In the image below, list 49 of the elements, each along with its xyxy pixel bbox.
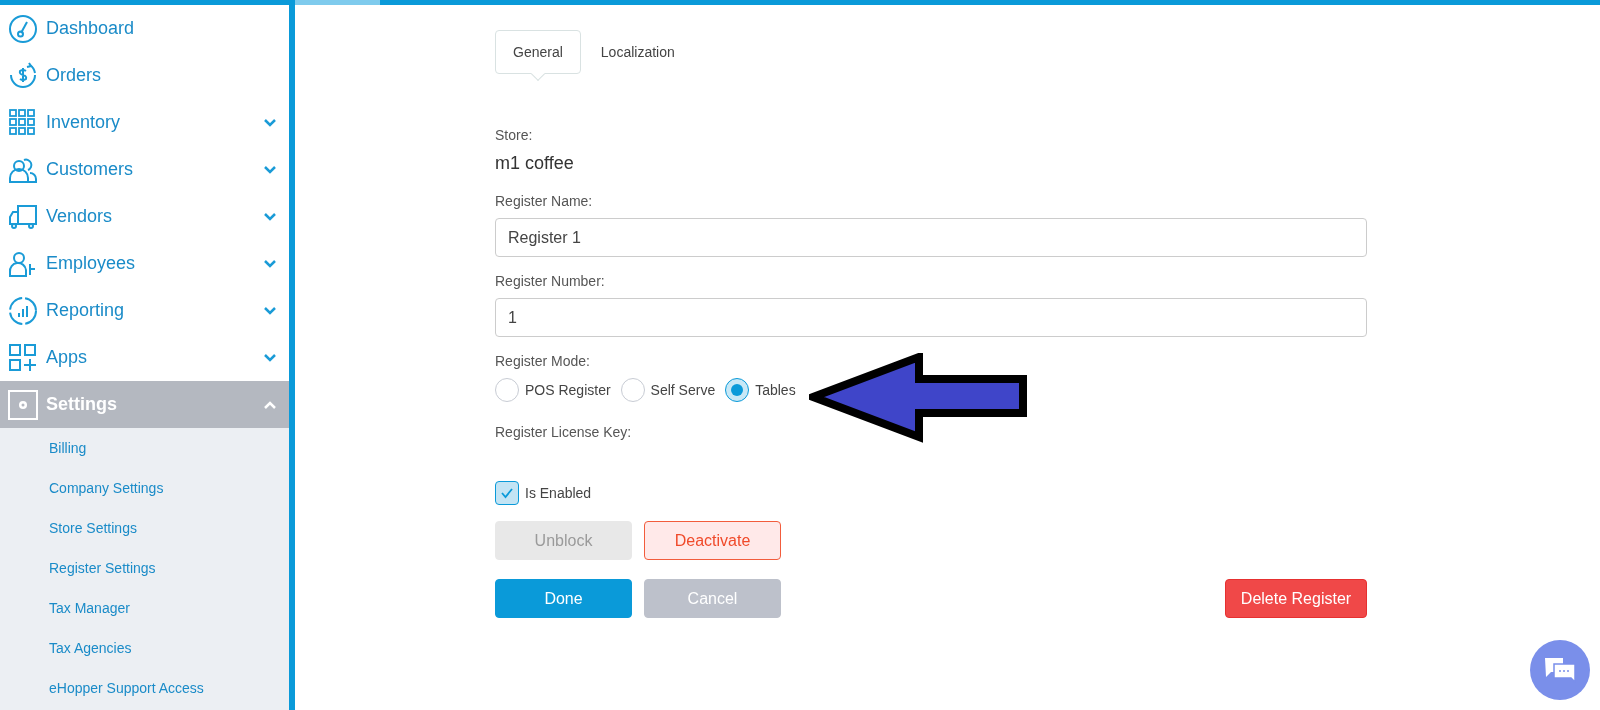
sidebar-item[interactable]: Customers xyxy=(0,146,289,193)
field-label: Register License Key: xyxy=(495,423,633,442)
sidebar-item[interactable]: Reporting xyxy=(0,287,289,334)
checkbox-option[interactable]: Is Enabled xyxy=(495,481,1367,505)
chart-icon xyxy=(8,295,38,326)
settings-icon xyxy=(8,389,38,420)
radio-option[interactable]: POS Register xyxy=(495,378,611,402)
sidebar-item[interactable]: Employees xyxy=(0,240,289,287)
field-label: Register Name: xyxy=(495,192,594,211)
field-label: Register Mode: xyxy=(495,352,591,371)
action-button[interactable]: Done xyxy=(495,579,632,618)
input-field[interactable]: 1 xyxy=(495,298,1367,337)
delete-button[interactable]: Delete Register xyxy=(1225,579,1367,618)
store-name: m1 coffee xyxy=(495,152,575,175)
checkmark-icon xyxy=(500,487,514,499)
action-button[interactable]: Unblock xyxy=(495,521,632,560)
action-button[interactable]: Deactivate xyxy=(644,521,781,560)
submenu-item[interactable]: Company Settings xyxy=(0,468,289,508)
field-label: Register Number: xyxy=(495,272,606,291)
chevron-icon xyxy=(263,117,277,128)
tab[interactable]: Localization xyxy=(582,30,693,74)
dollar-cycle-icon xyxy=(8,60,38,91)
sidebar-item[interactable]: Apps xyxy=(0,334,289,381)
apps-icon xyxy=(8,342,38,373)
tab[interactable]: General xyxy=(495,30,581,74)
submenu-item[interactable]: Billing xyxy=(0,428,289,468)
submenu-item[interactable]: Tax Agencies xyxy=(0,628,289,668)
chevron-icon xyxy=(263,305,277,316)
gauge-icon xyxy=(8,13,38,44)
chevron-icon xyxy=(263,211,277,222)
chevron-icon xyxy=(263,258,277,269)
chevron-icon xyxy=(263,399,277,410)
sidebar-item[interactable]: Inventory xyxy=(0,99,289,146)
radio-option[interactable]: Self Serve xyxy=(620,378,716,402)
submenu-item[interactable]: eHopper Support Access xyxy=(0,668,289,708)
chat-button[interactable] xyxy=(1530,640,1590,700)
submenu-item[interactable]: Register Settings xyxy=(0,548,289,588)
sidebar-item[interactable]: Dashboard xyxy=(0,5,289,52)
grid-icon xyxy=(8,107,38,138)
submenu-item[interactable]: Tax Manager xyxy=(0,588,289,628)
sidebar-item[interactable]: Vendors xyxy=(0,193,289,240)
radio-option[interactable]: Tables xyxy=(725,378,796,402)
sidebar-item[interactable]: Orders xyxy=(0,52,289,99)
chevron-icon xyxy=(263,352,277,363)
sidebar-item[interactable]: Settings xyxy=(0,381,289,428)
submenu-item[interactable]: Store Settings xyxy=(0,508,289,548)
input-field[interactable]: Register 1 xyxy=(495,218,1367,257)
field-label: Store: xyxy=(495,126,534,145)
chevron-icon xyxy=(263,164,277,175)
